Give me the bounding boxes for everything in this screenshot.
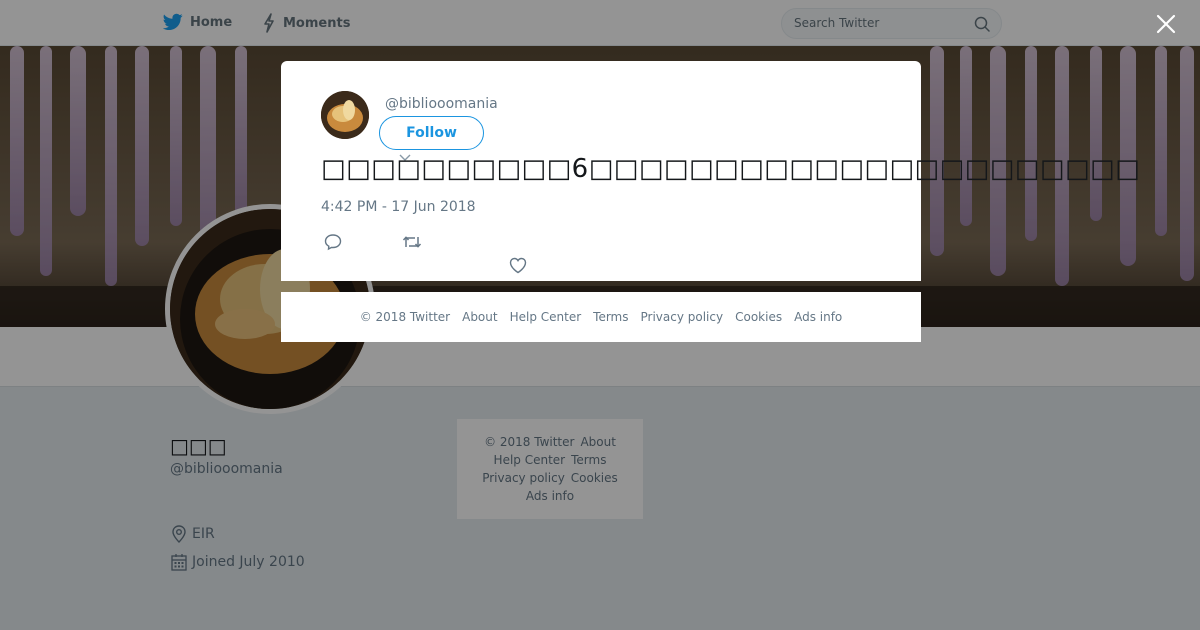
tweet-author-handle[interactable]: @bibliooomania bbox=[385, 96, 498, 112]
heart-icon[interactable] bbox=[509, 257, 527, 274]
tweet-author-avatar[interactable] bbox=[321, 91, 369, 139]
modal-footer-terms[interactable]: Terms bbox=[593, 310, 628, 324]
modal-footer-privacy[interactable]: Privacy policy bbox=[641, 310, 724, 324]
tweet-modal: @bibliooomania Follow □□□□□□□□□□6□□□□□□□… bbox=[281, 61, 1140, 281]
modal-footer-cookies[interactable]: Cookies bbox=[735, 310, 782, 324]
modal-footer-copyright: © 2018 Twitter bbox=[359, 310, 451, 324]
modal-footer-about[interactable]: About bbox=[462, 310, 497, 324]
reply-icon[interactable] bbox=[324, 233, 342, 251]
tweet-timestamp[interactable]: 4:42 PM - 17 Jun 2018 bbox=[321, 199, 476, 215]
modal-footer-help[interactable]: Help Center bbox=[510, 310, 582, 324]
modal-footer: © 2018 Twitter About Help Center Terms P… bbox=[281, 292, 921, 342]
tweet-text: □□□□□□□□□□6□□□□□□□□□□□□□□□□□□□□□□ bbox=[321, 154, 1141, 184]
close-icon[interactable] bbox=[1155, 13, 1177, 35]
retweet-icon[interactable] bbox=[402, 233, 422, 251]
follow-button[interactable]: Follow bbox=[379, 116, 484, 150]
modal-footer-ads[interactable]: Ads info bbox=[794, 310, 842, 324]
